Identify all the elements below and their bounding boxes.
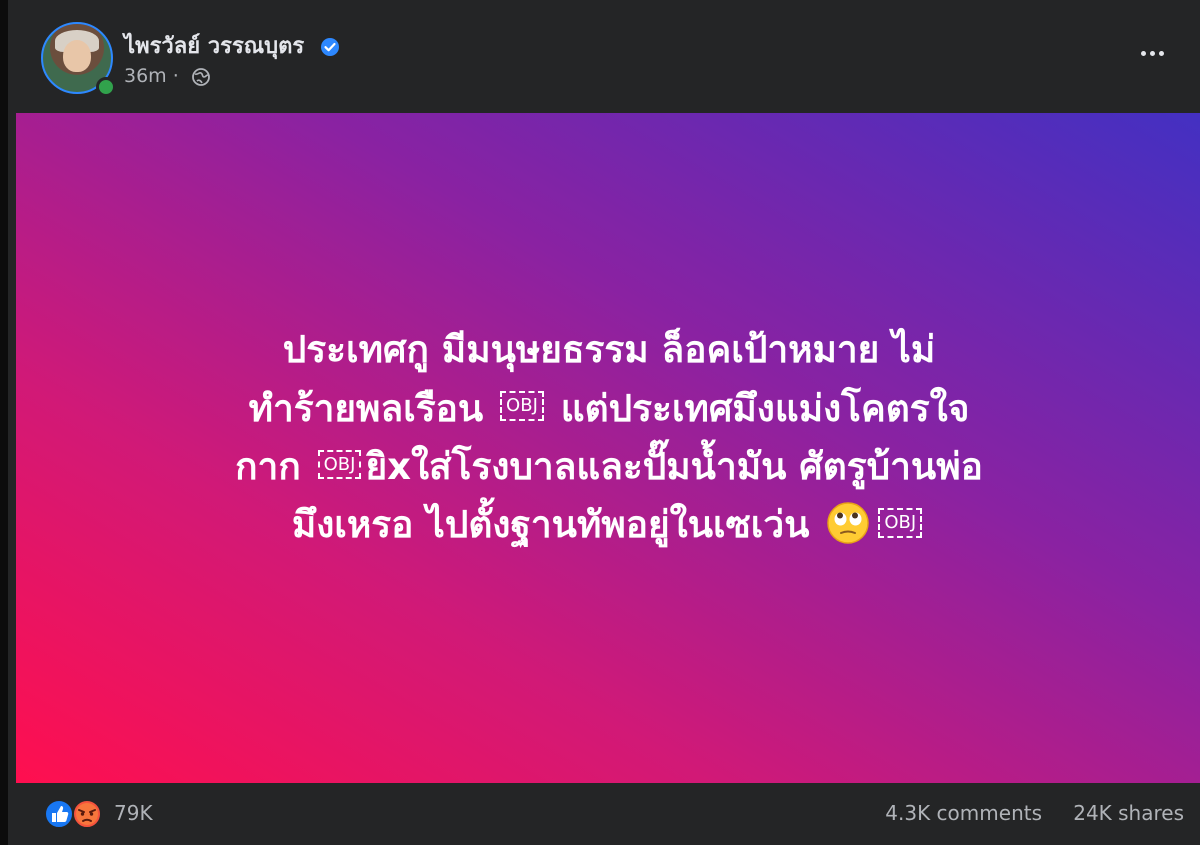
obj-placeholder-icon: OBJ [500, 391, 544, 421]
post-background: ประเทศกู มีมนุษยธรรม ล็อคเป้าหมาย ไม่ ทำ… [16, 113, 1200, 783]
reaction-count[interactable]: 79K [114, 801, 153, 825]
globe-icon[interactable] [191, 67, 211, 87]
text-segment: ยิxใส่โรงบาลและปั๊มน้ำมัน ศัตรูบ้านพ่อ [365, 445, 983, 488]
text-segment: มึงเหรอ ไปตั้งฐานทัพอยู่ในเซเว่น [291, 503, 823, 547]
more-dot-icon [1158, 50, 1164, 56]
online-status-dot [96, 77, 116, 97]
post-header: ไพรวัลย์ วรรณบุตร 36m · [16, 0, 1200, 113]
text-segment: ประเทศกู มีมนุษยธรรม ล็อคเป้าหมาย ไม่ [282, 328, 936, 372]
shares-count-link[interactable]: 24K shares [1073, 801, 1184, 825]
post-footer: 79K 4.3K comments 24K shares [16, 783, 1200, 845]
more-dot-icon [1149, 50, 1155, 56]
rolling-eyes-emoji-icon [827, 502, 870, 544]
post-meta: 36m · [124, 65, 211, 87]
more-options-button[interactable] [1132, 38, 1172, 68]
obj-placeholder-icon: OBJ [878, 508, 923, 538]
more-dot-icon [1140, 50, 1146, 56]
post-text-line-2: ทำร้ายพลเรือน OBJ แต่ประเทศมึงแม่งโคตรใจ [109, 380, 1109, 438]
text-segment: แต่ประเทศมึงแม่งโคตรใจ [547, 386, 970, 430]
obj-placeholder-icon: OBJ [317, 449, 362, 480]
comments-count-link[interactable]: 4.3K comments [885, 801, 1042, 825]
post-text: ประเทศกู มีมนุษยธรรม ล็อคเป้าหมาย ไม่ ทำ… [109, 321, 1109, 555]
text-segment: กาก [235, 445, 314, 488]
post-text-line-3: กาก OBJ ยิxใส่โรงบาลและปั๊มน้ำมัน ศัตรูบ้… [109, 438, 1109, 496]
post-timestamp[interactable]: 36m [124, 65, 167, 87]
verified-badge-icon [320, 38, 339, 56]
like-icon [44, 799, 74, 829]
author-name-row: ไพรวัลย์ วรรณบุตร [124, 28, 340, 63]
reaction-icons[interactable] [43, 798, 109, 830]
text-segment: ทำร้ายพลเรือน [248, 386, 497, 430]
meta-separator: · [172, 65, 179, 87]
avatar-face [63, 40, 91, 72]
author-avatar[interactable] [41, 22, 116, 97]
angry-icon [72, 799, 102, 829]
post-card: ไพรวัลย์ วรรณบุตร 36m · ประเทศกู มีมนุษย [0, 0, 1200, 845]
post-text-line-1: ประเทศกู มีมนุษยธรรม ล็อคเป้าหมาย ไม่ [109, 321, 1109, 379]
author-name-link[interactable]: ไพรวัลย์ วรรณบุตร [124, 34, 304, 59]
post-text-line-4: มึงเหรอ ไปตั้งฐานทัพอยู่ในเซเว่น OBJ [109, 496, 1109, 554]
